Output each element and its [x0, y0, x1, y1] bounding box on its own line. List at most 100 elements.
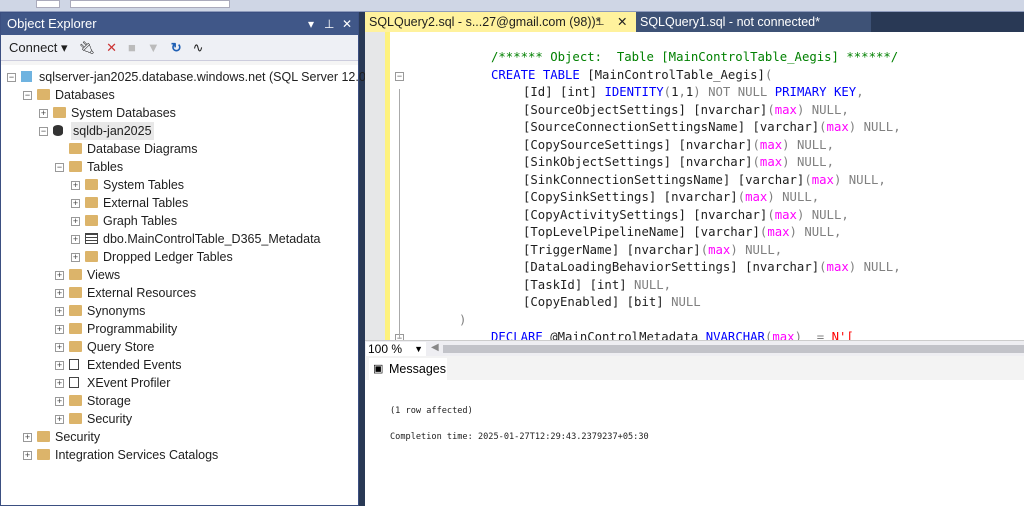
tab-sqlquery2[interactable]: SQLQuery2.sql - s...27@gmail.com (98))* …	[365, 12, 636, 32]
collapse-icon[interactable]: −	[23, 91, 32, 100]
expand-icon[interactable]: +	[23, 433, 32, 442]
code-token: max	[708, 242, 731, 257]
code-token: (	[767, 102, 775, 117]
code-token: NULL,	[737, 242, 783, 257]
code-token: [CopySinkSettings] [nvarchar]	[523, 190, 738, 204]
close-icon[interactable]: ✕	[342, 13, 352, 35]
expand-icon[interactable]: +	[71, 235, 80, 244]
code-token: max	[772, 330, 795, 340]
message-completion-time: Completion time: 2025-01-27T12:29:43.237…	[390, 432, 649, 442]
pin-icon[interactable]: ⊥	[595, 12, 605, 32]
code-area[interactable]: /****** Object: Table [MainControlTable_…	[365, 32, 1024, 340]
code-token: )	[459, 312, 467, 327]
folder-icon	[69, 395, 82, 406]
expand-icon[interactable]: +	[55, 271, 64, 280]
collapse-icon[interactable]: −	[39, 127, 48, 136]
filter-icon[interactable]: ▼	[147, 40, 160, 55]
code-line: [Id] [int] IDENTITY(1,1) NOT NULL PRIMAR…	[523, 84, 864, 101]
messages-icon: ▣	[373, 363, 384, 375]
expand-icon[interactable]: +	[55, 289, 64, 298]
expand-icon[interactable]: +	[71, 253, 80, 262]
connect-button[interactable]: Connect ▾	[9, 40, 68, 56]
scroll-left-icon[interactable]: ◀	[431, 342, 439, 353]
toolbar-control[interactable]	[36, 0, 60, 8]
code-token: )	[794, 330, 802, 340]
code-token: max	[826, 260, 849, 274]
tab-messages[interactable]: ▣ Messages	[369, 358, 447, 380]
tab-label: SQLQuery1.sql - not connected*	[640, 15, 820, 29]
tree-item-label: System Databases	[71, 106, 176, 120]
code-token: [TaskId] [int]	[523, 277, 627, 292]
stop-icon[interactable]: ■	[128, 40, 136, 55]
collapse-icon[interactable]: −	[7, 73, 16, 82]
folder-icon	[69, 143, 82, 154]
expand-icon[interactable]: +	[55, 379, 64, 388]
code-token: (	[804, 172, 812, 187]
code-token: [SourceConnectionSettingsName] [varchar]	[523, 120, 820, 134]
expand-icon[interactable]: +	[71, 199, 80, 208]
expand-icon[interactable]: +	[55, 415, 64, 424]
messages-tab-label: Messages	[389, 362, 446, 376]
code-token: IDENTITY	[604, 85, 664, 99]
zoom-value: 100 %	[368, 342, 403, 356]
code-line: [TopLevelPipelineName] [varchar](max) NU…	[523, 224, 841, 241]
database-icon	[53, 125, 63, 136]
expand-icon[interactable]: +	[55, 343, 64, 352]
code-line: [CopySourceSettings] [nvarchar](max) NUL…	[523, 137, 834, 154]
code-token: )	[767, 190, 775, 204]
disconnect-icon[interactable]: ✕	[106, 40, 117, 56]
tab-sqlquery1[interactable]: SQLQuery1.sql - not connected*	[636, 12, 871, 32]
expand-icon[interactable]: +	[23, 451, 32, 460]
collapse-region-icon[interactable]: −	[395, 71, 404, 81]
code-line: )	[459, 312, 466, 329]
window-position-dropdown-icon[interactable]: ▾	[308, 13, 314, 35]
refresh-icon[interactable]: ↻	[171, 40, 182, 56]
expand-icon[interactable]: +	[55, 397, 64, 406]
code-token: max	[826, 120, 849, 134]
code-line: [SourceConnectionSettingsName] [varchar]…	[523, 119, 901, 136]
expand-icon[interactable]: +	[71, 217, 80, 226]
expand-icon[interactable]: +	[39, 109, 48, 118]
code-token: [TriggerName] [nvarchar]	[523, 242, 701, 257]
tab-label: SQLQuery2.sql - s...27@gmail.com (98))*	[369, 15, 601, 29]
code-token: =	[801, 330, 832, 340]
code-line: [SourceObjectSettings] [nvarchar](max) N…	[523, 102, 849, 119]
horizontal-scrollbar[interactable]	[443, 345, 1024, 353]
expand-icon[interactable]: +	[55, 325, 64, 334]
events-icon	[69, 359, 79, 370]
code-token: NULL,	[804, 207, 849, 222]
code-token: [DataLoadingBehaviorSettings] [nvarchar]	[523, 260, 820, 274]
toolbar-combo[interactable]	[70, 0, 230, 8]
folder-icon	[69, 323, 82, 334]
messages-pane: (1 row affected) Completion time: 2025-0…	[365, 380, 1024, 506]
zoom-select[interactable]: 100 % ▼	[366, 342, 426, 356]
code-token: )	[730, 242, 738, 257]
object-explorer-title: Object Explorer	[7, 16, 97, 31]
server-icon	[21, 71, 32, 82]
tree-item-label: sqlserver-jan2025.database.windows.net (…	[39, 70, 377, 84]
code-line: [SinkObjectSettings] [nvarchar](max) NUL…	[523, 154, 834, 171]
folder-icon	[69, 161, 82, 172]
expand-icon[interactable]: +	[71, 181, 80, 190]
folder-icon	[69, 269, 82, 280]
code-token: [Id] [int]	[523, 85, 605, 99]
connect-plug-icon[interactable]: 🔌︎	[79, 40, 96, 56]
code-token: NULL,	[856, 260, 901, 274]
folder-icon	[69, 305, 82, 316]
pin-icon[interactable]: ⊥	[324, 13, 334, 35]
code-line: [CopySinkSettings] [nvarchar](max) NULL,	[523, 189, 819, 206]
folder-icon	[69, 287, 82, 298]
code-token: (	[700, 242, 709, 257]
object-explorer-title-bar: Object Explorer ▾ ⊥ ✕	[1, 13, 358, 35]
code-token: [SinkObjectSettings] [nvarchar]	[523, 155, 753, 169]
activity-monitor-icon[interactable]: ∿	[193, 40, 204, 56]
tree-item-label: sqldb-jan2025	[71, 122, 154, 140]
expand-icon[interactable]: +	[55, 361, 64, 370]
tree-item-label: External Tables	[103, 196, 189, 210]
collapse-icon[interactable]: −	[55, 163, 64, 172]
code-token: max	[767, 225, 790, 239]
close-tab-icon[interactable]: ✕	[617, 12, 627, 32]
expand-icon[interactable]: +	[55, 307, 64, 316]
object-explorer-toolbar: Connect ▾ 🔌︎ ✕ ■ ▼ ↻ ∿	[1, 35, 358, 61]
code-token: N'[	[831, 330, 854, 340]
